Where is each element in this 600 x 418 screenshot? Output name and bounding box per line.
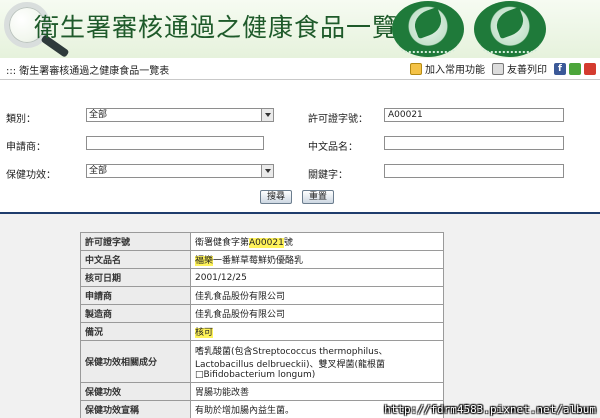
- detail-text: 佳乳食品股份有限公司: [195, 292, 286, 302]
- health-effect-select-value: 全部: [89, 166, 108, 176]
- detail-value: 2001/12/25: [190, 268, 444, 287]
- applicant-input[interactable]: [86, 136, 264, 150]
- detail-value: 胃腸功能改善: [190, 382, 444, 401]
- chinese-name-label: 中文品名：: [308, 142, 358, 153]
- applicant-label: 申請商：: [6, 142, 46, 153]
- table-row: 許可證字號 衛署健食字第A00021號: [80, 232, 444, 251]
- license-input[interactable]: A00021: [384, 108, 564, 122]
- favorite-icon[interactable]: [410, 62, 422, 75]
- seal-ring: [398, 43, 458, 53]
- category-select[interactable]: 全部: [86, 108, 274, 122]
- detail-text: 衛署健食字第: [195, 238, 250, 248]
- detail-key: 製造商: [80, 304, 191, 323]
- seal-leaf: [410, 6, 446, 40]
- detail-key: 備況: [80, 322, 191, 341]
- table-row: 保健功效相關成分 嗜乳酸菌(包含Streptococcus thermophilu…: [80, 340, 444, 383]
- keyword-input[interactable]: [384, 164, 564, 178]
- detail-text: 有助於增加腸內益生菌。: [195, 406, 295, 416]
- highlighted-text: 福樂: [195, 256, 214, 266]
- detail-key: 保健功效相關成分: [80, 340, 191, 383]
- seal-leaf: [492, 6, 528, 40]
- detail-value: 嗜乳酸菌(包含Streptococcus thermophilus、Lactob…: [190, 340, 444, 383]
- table-row: 核可日期 2001/12/25: [80, 268, 444, 287]
- detail-value: 佳乳食品股份有限公司: [190, 304, 444, 323]
- category-label: 類別：: [6, 114, 36, 125]
- search-button[interactable]: 搜尋: [260, 190, 292, 204]
- search-form: 類別： 全部 許可證字號： A00021 申請商： 中文品名： 保健功效： 全部…: [0, 82, 600, 212]
- detail-text: 嗜乳酸菌(包含Streptococcus thermophilus、Lactob…: [195, 346, 388, 380]
- highlighted-text: A00021: [249, 238, 284, 248]
- health-effect-label: 保健功效：: [6, 170, 56, 181]
- facebook-icon[interactable]: f: [554, 62, 566, 75]
- detail-text: 號: [283, 238, 293, 248]
- table-row: 備況 核可: [80, 322, 444, 341]
- detail-value: 佳乳食品股份有限公司: [190, 286, 444, 305]
- detail-key: 核可日期: [80, 268, 191, 287]
- table-row: 中文品名 福樂一番鮮草莓鮮奶優酪乳: [80, 250, 444, 269]
- add-favorite-link[interactable]: 加入常用功能: [425, 61, 485, 76]
- detail-key: 申請商: [80, 286, 191, 305]
- detail-text: 胃腸功能改善: [195, 388, 250, 398]
- category-select-value: 全部: [89, 110, 108, 120]
- detail-value: 福樂一番鮮草莓鮮奶優酪乳: [190, 250, 444, 269]
- chevron-down-icon: [261, 109, 273, 121]
- banner-title: 衛生署審核通過之健康食品一覽表: [34, 13, 425, 42]
- detail-table: 許可證字號 衛署健食字第A00021號 中文品名 福樂一番鮮草莓鮮奶優酪乳 核可日期 20…: [80, 232, 444, 418]
- seal-ring: [480, 43, 540, 53]
- license-link[interactable]: 衛署健食字第A00021號: [190, 232, 444, 251]
- chevron-down-icon: [261, 165, 273, 177]
- highlighted-text: 核可: [195, 328, 214, 338]
- detail-text: 一番鮮草莓鮮奶優酪乳: [213, 256, 304, 266]
- detail-key: 許可證字號: [80, 232, 191, 251]
- detail-key: 中文品名: [80, 250, 191, 269]
- table-row: 製造商 佳乳食品股份有限公司: [80, 304, 444, 323]
- print-link[interactable]: 友善列印: [507, 61, 547, 76]
- table-row: 保健功效 胃腸功能改善: [80, 382, 444, 401]
- reset-button[interactable]: 重置: [302, 190, 334, 204]
- chinese-name-input[interactable]: [384, 136, 564, 150]
- keyword-label: 關鍵字：: [308, 170, 348, 181]
- license-label: 許可證字號：: [308, 114, 368, 125]
- health-food-seal-icon: [392, 1, 464, 57]
- header-banner: 衛生署審核通過之健康食品一覽表: [0, 0, 600, 58]
- detail-value: 核可: [190, 322, 444, 341]
- printer-icon[interactable]: [492, 62, 504, 75]
- results-panel: 許可證字號 衛署健食字第A00021號 中文品名 福樂一番鮮草莓鮮奶優酪乳 核可日期 20…: [0, 214, 600, 418]
- detail-text: 2001/12/25: [195, 272, 247, 283]
- detail-key: 保健功效: [80, 382, 191, 401]
- breadcrumb: ::: 衛生署審核通過之健康食品一覽表: [6, 66, 170, 77]
- page-title-bar: ::: 衛生署審核通過之健康食品一覽表 加入常用功能 友善列印 f: [0, 58, 600, 80]
- health-food-seal-icon: [474, 1, 546, 57]
- plurk-icon[interactable]: [584, 62, 596, 75]
- share-icon[interactable]: [569, 62, 581, 75]
- detail-key: 保健功效宣稱: [80, 400, 191, 418]
- detail-text: 佳乳食品股份有限公司: [195, 310, 286, 320]
- health-effect-select[interactable]: 全部: [86, 164, 274, 178]
- toolbar: 加入常用功能 友善列印 f: [410, 61, 596, 76]
- watermark-text: http://fdrm4583.pixnet.net/album: [384, 403, 596, 416]
- table-row: 申請商 佳乳食品股份有限公司: [80, 286, 444, 305]
